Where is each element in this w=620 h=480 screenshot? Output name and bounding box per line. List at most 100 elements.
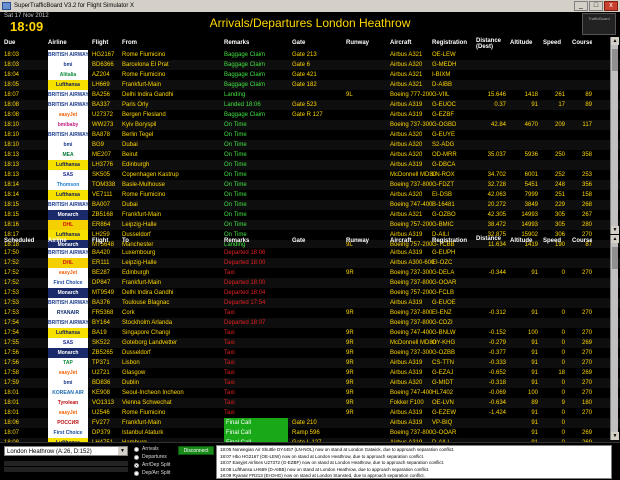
col-header-remarks[interactable]: Remarks <box>224 37 288 50</box>
departure-row[interactable]: 17:54 Lufthansa BA19 Singapore Changi Taxi 9R… <box>0 328 620 338</box>
registration-cell: EI-OZC <box>432 260 453 266</box>
arrival-row[interactable]: 18:13 MEA ME207 Beirut On Time Airbus A320 OD-… <box>0 150 620 160</box>
col-header-distance[interactable]: Distance (Dest) <box>476 37 506 50</box>
col-header-due[interactable]: Due <box>4 37 44 50</box>
arrival-row[interactable]: 18:03 bmi BD6366 Barcelona El Prat Baggage C… <box>0 60 620 70</box>
departure-row[interactable]: 17:53 Monarch MT9549 Delhi Indira Gandhi Dep… <box>0 288 620 298</box>
arrival-row[interactable]: 18:14 Lufthansa VE7111 Rome Fiumicino On Tim… <box>0 190 620 200</box>
scroll-up-icon[interactable]: ▲ <box>611 235 619 243</box>
airline-logo: bmi <box>48 60 88 70</box>
scroll-thumb[interactable] <box>612 49 618 71</box>
departure-row[interactable]: 17:59 bmi BD836 Dublin Taxi 9R Airbus A320 G-MI… <box>0 378 620 388</box>
departure-row[interactable]: 17:55 SAS SK522 Goteborg Landvetter Taxi 9R Mc… <box>0 338 620 348</box>
col-header-registration[interactable]: Registration <box>432 37 480 50</box>
chevron-down-icon[interactable]: ▼ <box>118 447 127 455</box>
airport-select[interactable]: London Heathrow (A:26, D:152) ▼ <box>4 446 128 456</box>
arrival-row[interactable]: 18:15 BRITISH AIRWAYS BA007 Dubai On Time Boe… <box>0 200 620 210</box>
col-header-runway[interactable]: Runway <box>346 37 370 50</box>
event-log[interactable]: 18:05 Norwegian Air Shuttle DY4457 (LN-N… <box>216 445 612 479</box>
view-mode-radio[interactable]: Arr/Dep Split <box>134 461 170 469</box>
time-cell: 18:14 <box>4 182 20 188</box>
col-header-speed[interactable]: Speed <box>543 37 565 50</box>
col-header-course[interactable]: Course <box>572 37 592 50</box>
col-header-from[interactable]: From <box>122 37 218 50</box>
col-header-airline[interactable]: Airline <box>48 37 88 50</box>
flight-cell: LH669 <box>92 82 110 88</box>
arrivals-scrollbar[interactable]: ▲ ▼ <box>610 37 619 234</box>
col-header-runway[interactable]: Runway <box>346 235 370 248</box>
flight-cell: BE287 <box>92 270 111 276</box>
arrival-row[interactable]: 18:08 easyJet U27372 Bergen Flesland Baggage… <box>0 110 620 120</box>
departure-row[interactable]: 18:01 easyJet U2546 Rome Fiumicino Taxi 9R Air… <box>0 408 620 418</box>
radio-dot-icon[interactable] <box>134 470 139 476</box>
col-header-speed[interactable]: Speed <box>543 235 565 248</box>
scroll-down-icon[interactable]: ▼ <box>611 226 619 234</box>
departure-row[interactable]: 17:58 easyJet U2721 Glasgow Taxi 9R Airbus A31… <box>0 368 620 378</box>
registration-cell: G-EZAJ <box>432 370 454 376</box>
arrival-row[interactable]: 18:15 Monarch ZB5168 Frankfurt-Main On Time A… <box>0 210 620 220</box>
col-header-altitude[interactable]: Altitude <box>510 235 538 248</box>
runway-cell: 9R <box>346 310 354 316</box>
arrival-row[interactable]: 18:03 BRITISH AIRWAYS HG2167 Rome Fiumicino… <box>0 50 620 60</box>
arrival-row[interactable]: 18:07 BRITISH AIRWAYS BA256 Delhi Indira Ga… <box>0 90 620 100</box>
departure-row[interactable]: 17:53 BRITISH AIRWAYS BA376 Toulouse Blagna… <box>0 298 620 308</box>
arrival-row[interactable]: 18:10 bmi BG9 Dubai On Time Airbus A320 S2-ADG <box>0 140 620 150</box>
departure-row[interactable]: 17:50 BRITISH AIRWAYS BA420 Luxembourg Depar… <box>0 248 620 258</box>
departure-row[interactable]: 18:01 Tyrolean VO1313 Vienna Schwechat Taxi 9… <box>0 398 620 408</box>
departure-row[interactable]: 18:01 KOREAN AIR KE908 Seoul-Incheon Incheo… <box>0 388 620 398</box>
course-cell: 270 <box>581 360 592 366</box>
arrival-row[interactable]: 18:13 SAS SK505 Copenhagen Kastrup On Time Mc… <box>0 170 620 180</box>
col-header-gate[interactable]: Gate <box>292 235 342 248</box>
runway-cell <box>346 248 370 258</box>
view-mode-radio[interactable]: Dep/Arr Split <box>134 469 170 477</box>
departures-scrollbar[interactable]: ▲ ▼ <box>610 235 619 440</box>
maximize-button[interactable]: □ <box>589 1 603 11</box>
arrival-row[interactable]: 18:08 BRITISH AIRWAYS BA337 Paris Orly Lande… <box>0 100 620 110</box>
col-header-to[interactable]: To <box>122 235 218 248</box>
departure-row[interactable]: 17:52 easyJet BE287 Edinburgh Taxi 9R Boeing 7… <box>0 268 620 278</box>
scroll-up-icon[interactable]: ▲ <box>611 37 619 45</box>
departure-row[interactable]: 17:56 TAP TP371 Lisbon Taxi 9R Airbus A319 CS-T… <box>0 358 620 368</box>
arrival-row[interactable]: 18:10 BRITISH AIRWAYS BA878 Berlin Tegel On … <box>0 130 620 140</box>
runway-cell <box>346 130 370 140</box>
col-header-gate[interactable]: Gate <box>292 37 342 50</box>
airline-logo: Thomson <box>48 180 88 190</box>
departure-row[interactable]: 17:52 First Choice DP847 Frankfurt-Main Depa… <box>0 278 620 288</box>
scroll-down-icon[interactable]: ▼ <box>611 432 619 440</box>
col-header-remarks[interactable]: Remarks <box>224 235 288 248</box>
radio-dot-icon[interactable] <box>134 454 139 460</box>
col-header-flight[interactable]: Flight <box>92 235 120 248</box>
gate-cell <box>292 278 342 288</box>
arrival-row[interactable]: 18:13 Lufthansa LH3776 Edinburgh On Time Airb… <box>0 160 620 170</box>
gate-cell <box>292 348 342 358</box>
col-header-altitude[interactable]: Altitude <box>510 37 538 50</box>
col-header-airline[interactable]: Airline <box>48 235 88 248</box>
departure-row[interactable]: 17:53 RYANAIR FR5368 Cork Taxi 9R Boeing 737-8… <box>0 308 620 318</box>
col-header-distance[interactable]: Distance <box>476 235 506 248</box>
minimize-button[interactable]: _ <box>574 1 588 11</box>
view-mode-radio[interactable]: Arrivals <box>134 445 170 453</box>
scroll-thumb[interactable] <box>612 247 618 269</box>
col-header-flight[interactable]: Flight <box>92 37 120 50</box>
departure-row[interactable]: 17:56 Monarch ZB5265 Dusseldorf Taxi 9R Boeing… <box>0 348 620 358</box>
departure-row[interactable]: 18:06 РОССИЯ FV277 Frankfurt-Main Final Call… <box>0 418 620 428</box>
arrival-row[interactable]: 18:14 Thomson TOM338 Basle-Mulhouse On Time B… <box>0 180 620 190</box>
view-mode-radio[interactable]: Departures <box>134 453 170 461</box>
arrival-row[interactable]: 18:16 DHL ER864 Leipzig-Halle On Time Boeing … <box>0 220 620 230</box>
close-button[interactable]: x <box>604 1 618 11</box>
departure-row[interactable]: 17:52 DHL ER111 Leipzig-Halle Departed 18:00… <box>0 258 620 268</box>
departure-row[interactable]: 17:54 BRITISH AIRWAYS BY164 Stockholm Arlan… <box>0 318 620 328</box>
distance-cell: -0.344 <box>488 270 506 276</box>
radio-dot-icon[interactable] <box>134 462 139 468</box>
arrival-row[interactable]: 18:04 Alitalia AZ204 Rome Fiumicino Baggage … <box>0 70 620 80</box>
arrival-row[interactable]: 18:10 bmibaby WW273 Kyiv Boryspil On Time Boe… <box>0 120 620 130</box>
col-header-scheduled[interactable]: Scheduled <box>4 235 44 248</box>
course-cell: 158 <box>581 192 592 198</box>
col-header-course[interactable]: Course <box>572 235 592 248</box>
col-header-registration[interactable]: Registration <box>432 235 480 248</box>
radio-dot-icon[interactable] <box>134 446 139 452</box>
disconnect-button[interactable]: Disconnect <box>178 446 214 455</box>
arrival-row[interactable]: 18:05 Lufthansa LH669 Frankfurt-Main Baggage… <box>0 80 620 90</box>
flight-cell: BA337 <box>92 102 111 108</box>
departure-row[interactable]: 18:07 First Choice DP379 Istanbul Ataturk Fi… <box>0 428 620 438</box>
